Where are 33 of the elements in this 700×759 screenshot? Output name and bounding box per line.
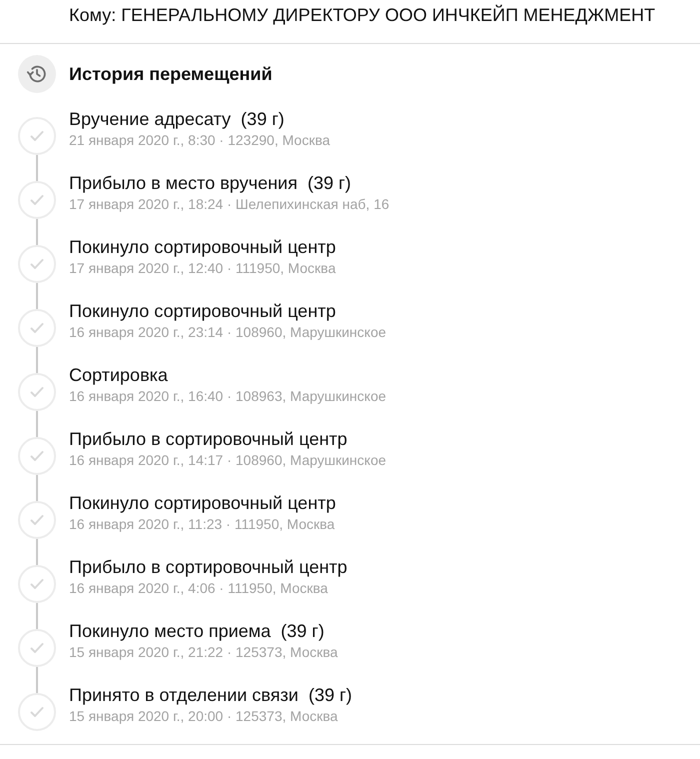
event-title: Покинуло место приема (39 г) (69, 620, 324, 642)
check-icon (18, 181, 56, 219)
event-title: Сортировка (69, 364, 168, 386)
event-details: 16 января 2020 г., 23:14 · 108960, Марушкинское (69, 323, 386, 342)
event-details: 16 января 2020 г., 11:23 · 111950, Москва (69, 515, 335, 534)
event-title: Прибыло в сортировочный центр (69, 428, 348, 450)
event-title: Прибыло в место вручения (39 г) (69, 172, 352, 194)
event-details: 15 января 2020 г., 20:00 · 125373, Москва (69, 707, 338, 726)
event-title: Покинуло сортировочный центр (69, 300, 336, 322)
check-icon (18, 693, 56, 731)
event-details: 21 января 2020 г., 8:30 · 123290, Москва (69, 131, 330, 150)
check-icon (18, 117, 56, 155)
event-title: Вручение адресату (39 г) (69, 108, 284, 130)
event-details: 16 января 2020 г., 14:17 · 108960, Марушкинское (69, 451, 386, 470)
event-details: 17 января 2020 г., 12:40 · 111950, Москва (69, 259, 336, 278)
check-icon (18, 629, 56, 667)
event-details: 17 января 2020 г., 18:24 · Шелепихинская наб, 16 (69, 195, 390, 214)
event-title: Принято в отделении связи (39 г) (69, 684, 352, 706)
recipient-text: Кому: ГЕНЕРАЛЬНОМУ ДИРЕКТОРУ ООО ИНЧКЕЙП МЕНЕДЖМЕНТ (69, 4, 656, 26)
section-title: История перемещений (69, 64, 272, 84)
event-title: Покинуло сортировочный центр (69, 492, 336, 514)
event-details: 16 января 2020 г., 16:40 · 108963, Марушкинское (69, 387, 386, 406)
check-icon (18, 245, 56, 283)
check-icon (18, 309, 56, 347)
check-icon (18, 437, 56, 475)
event-details: 16 января 2020 г., 4:06 · 111950, Москва (69, 579, 328, 598)
event-details: 15 января 2020 г., 21:22 · 125373, Москва (69, 643, 338, 662)
check-icon (18, 501, 56, 539)
check-icon (18, 373, 56, 411)
history-icon (18, 55, 56, 93)
event-title: Прибыло в сортировочный центр (69, 556, 348, 578)
check-icon (18, 565, 56, 603)
event-title: Покинуло сортировочный центр (69, 236, 336, 258)
